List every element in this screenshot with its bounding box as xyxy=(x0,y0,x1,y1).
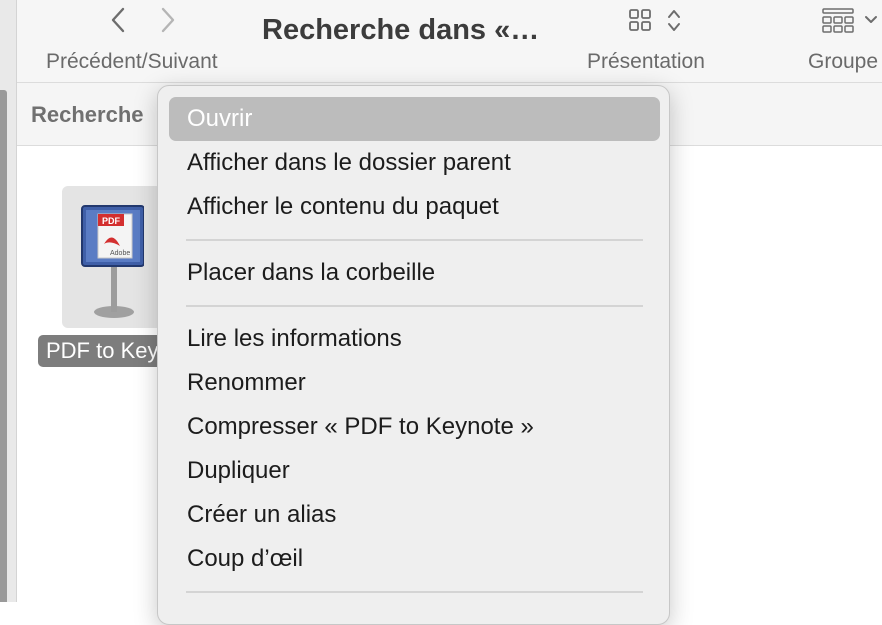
view-button[interactable] xyxy=(627,6,693,41)
view-label: Présentation xyxy=(587,50,705,73)
menu-separator xyxy=(186,305,643,307)
svg-text:Adobe: Adobe xyxy=(110,250,130,257)
sidebar-scrollbar[interactable] xyxy=(0,90,7,602)
menu-separator xyxy=(186,239,643,241)
pdf-to-keynote-app-icon: PDF Adobe xyxy=(81,205,144,318)
menu-item-quick-look[interactable]: Coup d’œil xyxy=(169,537,660,581)
file-item[interactable]: PDF Adobe xyxy=(62,186,162,328)
grid-view-icon xyxy=(629,9,680,31)
menu-item-compress[interactable]: Compresser « PDF to Keynote » xyxy=(169,405,660,449)
menu-item-open[interactable]: Ouvrir xyxy=(169,97,660,141)
menu-separator xyxy=(186,591,643,593)
nav-label: Précédent/Suivant xyxy=(46,50,218,73)
chevron-right-icon xyxy=(161,7,175,33)
menu-item-make-alias[interactable]: Créer un alias xyxy=(169,493,660,537)
context-menu: Ouvrir Afficher dans le dossier parent A… xyxy=(157,85,670,625)
chevron-left-icon xyxy=(111,7,125,33)
menu-item-show-package-contents[interactable]: Afficher le contenu du paquet xyxy=(169,185,660,229)
file-name-label[interactable]: PDF to Keynote xyxy=(38,335,162,367)
window-title: Recherche dans «… xyxy=(262,14,540,46)
menu-item-duplicate[interactable]: Dupliquer xyxy=(169,449,660,493)
finder-toolbar: Précédent/Suivant Recherche dans «… Prés… xyxy=(17,0,882,83)
menu-item-rename[interactable]: Renommer xyxy=(169,361,660,405)
group-by-icon xyxy=(822,8,877,33)
group-label: Groupe xyxy=(808,50,879,73)
forward-button[interactable] xyxy=(153,6,183,34)
sidebar-edge xyxy=(0,0,17,602)
svg-text:PDF: PDF xyxy=(102,216,121,226)
menu-item-show-in-enclosing-folder[interactable]: Afficher dans le dossier parent xyxy=(169,141,660,185)
menu-item-move-to-trash[interactable]: Placer dans la corbeille xyxy=(169,251,660,295)
search-scope-label: Recherche xyxy=(31,102,144,127)
menu-item-get-info[interactable]: Lire les informations xyxy=(169,317,660,361)
group-button[interactable] xyxy=(821,6,881,41)
back-button[interactable] xyxy=(103,6,133,34)
